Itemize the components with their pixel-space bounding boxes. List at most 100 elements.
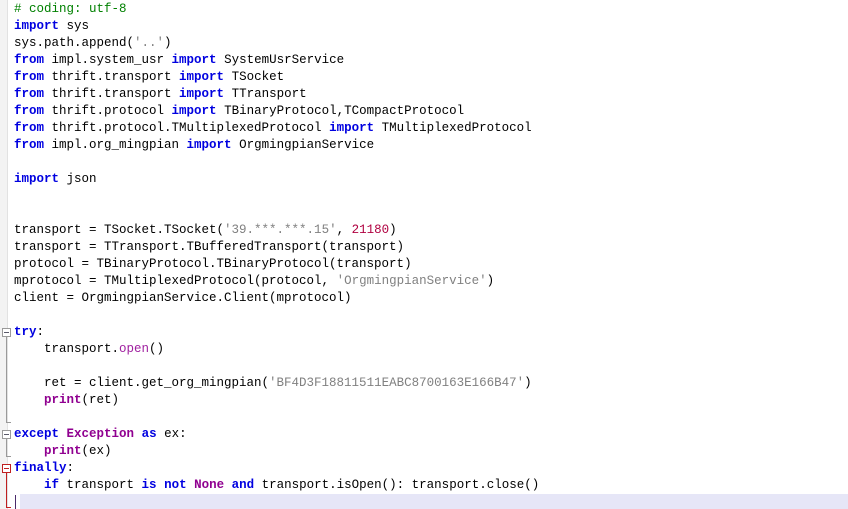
code-token-plain: TSocket — [224, 70, 285, 84]
code-token-builtin: print — [44, 393, 82, 407]
code-token-plain: transport = TTransport.TBufferedTranspor… — [14, 240, 405, 254]
code-token-func: open — [119, 342, 150, 356]
code-token-kw: as — [141, 427, 157, 441]
code-token-plain: TTransport — [224, 87, 307, 101]
code-line[interactable] — [14, 188, 539, 205]
code-line[interactable]: import json — [14, 171, 539, 188]
code-token-plain: ret = client.get_org_mingpian( — [14, 376, 270, 390]
code-line[interactable]: print(ret) — [14, 392, 539, 409]
text-caret — [15, 495, 16, 509]
code-token-plain: thrift.protocol — [44, 104, 172, 118]
code-token-plain: transport.isOpen(): transport.close() — [254, 478, 540, 492]
code-token-kw: finally — [14, 461, 67, 475]
code-token-kw: import — [329, 121, 375, 135]
code-line[interactable]: transport.open() — [14, 341, 539, 358]
code-token-plain: TMultiplexedProtocol — [374, 121, 532, 135]
code-token-plain: ) — [164, 36, 172, 50]
code-token-plain: () — [149, 342, 165, 356]
code-token-string: 'OrgmingpianService' — [336, 274, 487, 288]
code-line[interactable]: ret = client.get_org_mingpian('BF4D3F188… — [14, 375, 539, 392]
code-token-kw: and — [231, 478, 255, 492]
code-token-plain: mprotocol = TMultiplexedProtocol(protoco… — [14, 274, 337, 288]
code-token-kw: import — [179, 87, 225, 101]
code-line[interactable] — [14, 409, 539, 426]
code-token-plain: thrift.transport — [44, 87, 180, 101]
code-token-plain: impl.org_mingpian — [44, 138, 187, 152]
code-line[interactable]: client = OrgmingpianService.Client(mprot… — [14, 290, 539, 307]
code-token-kw: import — [14, 19, 60, 33]
code-line[interactable]: from impl.system_usr import SystemUsrSer… — [14, 52, 539, 69]
code-token-plain: transport — [59, 478, 142, 492]
code-text-area[interactable]: # coding: utf-8 import sys sys.path.append… — [14, 1, 539, 509]
code-line[interactable]: from impl.org_mingpian import Orgmingpia… — [14, 137, 539, 154]
code-token-string: '39.***.***.15' — [224, 223, 337, 237]
code-editor-pane[interactable]: # coding: utf-8 import sys sys.path.append… — [0, 0, 848, 509]
code-token-plain: , — [336, 223, 352, 237]
try-fold-end — [6, 422, 11, 423]
code-token-plain: ) — [486, 274, 495, 288]
code-token-plain: transport = TSocket.TSocket( — [14, 223, 225, 237]
code-folding-markers[interactable] — [0, 0, 20, 509]
except-fold-end — [6, 456, 11, 457]
try-fold-toggle[interactable] — [2, 328, 11, 337]
code-token-plain: ex: — [156, 427, 187, 441]
code-token-kw: import — [171, 53, 217, 67]
code-line[interactable]: print(ex) — [14, 443, 539, 460]
code-line[interactable] — [14, 358, 539, 375]
code-line[interactable]: sys.path.append('..') — [14, 35, 539, 52]
code-token-kw: import — [186, 138, 232, 152]
code-line[interactable]: if transport is not None and transport.i… — [14, 477, 539, 494]
code-line[interactable]: except Exception as ex: — [14, 426, 539, 443]
code-line[interactable] — [14, 307, 539, 324]
code-token-plain: protocol = TBinaryProtocol.TBinaryProtoc… — [14, 257, 412, 271]
code-token-plain: (ex) — [81, 444, 112, 458]
code-line[interactable]: transport = TSocket.TSocket('39.***.***.… — [14, 222, 539, 239]
code-token-plain: thrift.protocol.TMultiplexedProtocol — [44, 121, 330, 135]
code-token-plain: sys — [59, 19, 90, 33]
code-line[interactable]: from thrift.protocol.TMultiplexedProtoco… — [14, 120, 539, 137]
code-line[interactable]: mprotocol = TMultiplexedProtocol(protoco… — [14, 273, 539, 290]
code-token-builtin: Exception — [66, 427, 135, 441]
finally-fold-guide — [6, 473, 7, 507]
except-fold-toggle[interactable] — [2, 430, 11, 439]
code-token-builtin: None — [194, 478, 225, 492]
code-line[interactable] — [14, 154, 539, 171]
code-token-kw: except — [14, 427, 60, 441]
code-token-plain: ) — [524, 376, 532, 390]
code-token-number: 21180 — [351, 223, 390, 237]
code-line[interactable]: try: — [14, 324, 539, 341]
code-line[interactable]: from thrift.transport import TSocket — [14, 69, 539, 86]
code-token-plain: sys.path.append( — [14, 36, 135, 50]
code-token-plain: transport. — [14, 342, 120, 356]
code-line[interactable]: # coding: utf-8 — [14, 1, 539, 18]
code-token-kw: import — [171, 104, 217, 118]
code-token-builtin: print — [44, 444, 82, 458]
code-token-plain: OrgmingpianService — [231, 138, 375, 152]
code-token-plain: (ret) — [81, 393, 120, 407]
code-token-kw: import — [14, 172, 60, 186]
code-token-plain: client = OrgmingpianService.Client(mprot… — [14, 291, 352, 305]
code-line[interactable]: from thrift.transport import TTransport — [14, 86, 539, 103]
code-token-plain: thrift.transport — [44, 70, 180, 84]
code-token-plain: : — [66, 461, 75, 475]
code-token-plain: : — [36, 325, 45, 339]
code-token-kw: not — [164, 478, 187, 492]
code-line[interactable]: finally: — [14, 460, 539, 477]
code-token-string: '..' — [134, 36, 165, 50]
code-line[interactable]: import sys — [14, 18, 539, 35]
code-line[interactable]: from thrift.protocol import TBinaryProto… — [14, 103, 539, 120]
code-line[interactable] — [14, 494, 539, 509]
except-fold-guide — [6, 439, 7, 456]
code-line[interactable]: transport = TTransport.TBufferedTranspor… — [14, 239, 539, 256]
finally-fold-toggle[interactable] — [2, 464, 11, 473]
try-fold-guide — [6, 337, 7, 422]
code-line[interactable]: protocol = TBinaryProtocol.TBinaryProtoc… — [14, 256, 539, 273]
finally-fold-end — [6, 507, 11, 508]
code-line[interactable] — [14, 205, 539, 222]
code-token-plain: ) — [389, 223, 397, 237]
code-token-kw: is — [141, 478, 157, 492]
code-token-string: 'BF4D3F18811511EABC8700163E166B47' — [269, 376, 525, 390]
